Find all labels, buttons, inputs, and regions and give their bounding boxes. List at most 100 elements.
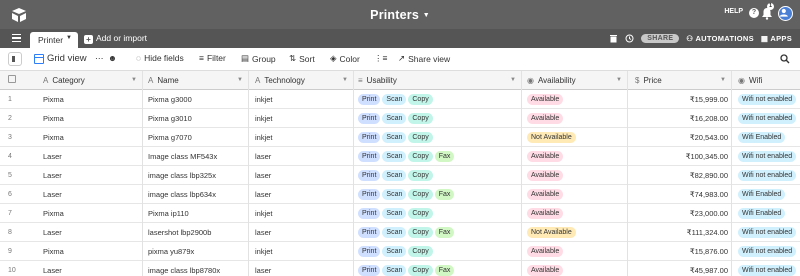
cell-category[interactable]: Laser	[36, 147, 143, 166]
filter-button[interactable]: ≡ Filter	[199, 53, 226, 63]
cell-usability[interactable]: Print Scan Copy	[354, 128, 522, 147]
cell-usability[interactable]: Print Scan Copy	[354, 242, 522, 261]
cell-usability[interactable]: Print Scan Copy	[354, 204, 522, 223]
cell-price[interactable]: ₹74,983.00	[628, 185, 732, 204]
base-title-text[interactable]: Printers	[370, 8, 419, 22]
cell-name[interactable]: image class lbp8780x	[143, 261, 249, 276]
cell-technology[interactable]: laser	[249, 223, 354, 242]
cell-price[interactable]: ₹16,208.00	[628, 109, 732, 128]
table-row[interactable]: 8 Laser lasershot lbp2900b laser Print Scan Co…	[0, 223, 800, 242]
cell-name[interactable]: Pixma g3000	[143, 90, 249, 109]
column-header-name[interactable]: A Name ▼	[143, 71, 249, 90]
cell-availability[interactable]: Available	[522, 166, 628, 185]
cell-name[interactable]: Image class MF543x	[143, 147, 249, 166]
cell-availability[interactable]: Available	[522, 147, 628, 166]
cell-category[interactable]: Pixma	[36, 204, 143, 223]
view-more-icon[interactable]: ⋯	[95, 53, 104, 64]
cell-name[interactable]: image class lbp325x	[143, 166, 249, 185]
cell-availability[interactable]: Available	[522, 242, 628, 261]
chevron-down-icon[interactable]: ▼	[66, 35, 72, 41]
cell-wifi[interactable]: Wifi not enabled	[732, 166, 800, 185]
cell-name[interactable]: lasershot lbp2900b	[143, 223, 249, 242]
cell-availability[interactable]: Available	[522, 204, 628, 223]
column-header-usability[interactable]: ≡ Usability ▼	[354, 71, 522, 90]
chevron-down-icon[interactable]: ▼	[510, 71, 516, 90]
cell-price[interactable]: ₹20,543.00	[628, 128, 732, 147]
view-switcher[interactable]: Grid view	[34, 53, 87, 64]
chevron-down-icon[interactable]: ▼	[342, 71, 348, 90]
group-button[interactable]: ▤ Group	[241, 53, 276, 64]
menu-icon[interactable]	[12, 34, 21, 43]
cell-name[interactable]: Pixma g7070	[143, 128, 249, 147]
cell-technology[interactable]: laser	[249, 185, 354, 204]
history-icon[interactable]	[625, 34, 634, 43]
cell-availability[interactable]: Available	[522, 185, 628, 204]
cell-category[interactable]: Pixma	[36, 90, 143, 109]
cell-category[interactable]: Pixma	[36, 128, 143, 147]
cell-name[interactable]: Pixma g3010	[143, 109, 249, 128]
cell-price[interactable]: ₹111,324.00	[628, 223, 732, 242]
column-header-availability[interactable]: ◉ Availability ▼	[522, 71, 628, 90]
cell-usability[interactable]: Print Scan Copy Fax	[354, 185, 522, 204]
apps-button[interactable]: ▦ APPS	[761, 34, 792, 43]
table-row[interactable]: 10 Laser image class lbp8780x laser Print Sca…	[0, 261, 800, 276]
cell-usability[interactable]: Print Scan Copy Fax	[354, 223, 522, 242]
column-header-price[interactable]: $ Price ▼	[628, 71, 732, 90]
column-header-category[interactable]: A Category ▼	[36, 71, 143, 90]
chevron-down-icon[interactable]: ▼	[720, 71, 726, 90]
automations-button[interactable]: ⚇ AUTOMATIONS	[686, 34, 754, 43]
color-button[interactable]: ◈ Color	[330, 53, 360, 64]
cell-availability[interactable]: Not Available	[522, 128, 628, 147]
cell-wifi[interactable]: Wifi not enabled	[732, 223, 800, 242]
base-title[interactable]: Printers ▼	[0, 8, 800, 22]
cell-usability[interactable]: Print Scan Copy	[354, 166, 522, 185]
select-all-checkbox[interactable]	[0, 71, 36, 90]
cell-usability[interactable]: Print Scan Copy	[354, 109, 522, 128]
chevron-down-icon[interactable]: ▼	[131, 71, 137, 90]
search-icon[interactable]	[780, 54, 790, 64]
collaborators-icon[interactable]: ☻	[108, 53, 117, 63]
table-row[interactable]: 1 Pixma Pixma g3000 inkjet Print Scan Copy Avai…	[0, 90, 800, 109]
cell-technology[interactable]: laser	[249, 261, 354, 276]
cell-wifi[interactable]: Wifi not enabled	[732, 261, 800, 276]
cell-wifi[interactable]: Wifi not enabled	[732, 90, 800, 109]
cell-technology[interactable]: inkjet	[249, 90, 354, 109]
sort-button[interactable]: ⇅ Sort	[289, 53, 315, 64]
cell-category[interactable]: Laser	[36, 185, 143, 204]
table-row[interactable]: 7 Pixma Pixma ip110 inkjet Print Scan Copy Avai…	[0, 204, 800, 223]
add-or-import-button[interactable]: + Add or import	[84, 33, 147, 44]
share-view-button[interactable]: ↗ Share view	[398, 53, 450, 64]
cell-category[interactable]: Laser	[36, 261, 143, 276]
column-header-wifi[interactable]: ◉ Wifi	[732, 71, 800, 90]
hide-fields-button[interactable]: ◌ Hide fields	[136, 53, 184, 63]
cell-category[interactable]: Laser	[36, 223, 143, 242]
cell-wifi[interactable]: Wifi not enabled	[732, 147, 800, 166]
cell-name[interactable]: pixma yu879x	[143, 242, 249, 261]
cell-wifi[interactable]: Wifi Enabled	[732, 185, 800, 204]
table-row[interactable]: 9 Pixma pixma yu879x inkjet Print Scan Copy Ava…	[0, 242, 800, 261]
cell-technology[interactable]: inkjet	[249, 204, 354, 223]
cell-wifi[interactable]: Wifi not enabled	[732, 109, 800, 128]
cell-price[interactable]: ₹45,987.00	[628, 261, 732, 276]
cell-category[interactable]: Pixma	[36, 242, 143, 261]
cell-price[interactable]: ₹15,876.00	[628, 242, 732, 261]
cell-technology[interactable]: inkjet	[249, 128, 354, 147]
cell-technology[interactable]: inkjet	[249, 109, 354, 128]
cell-wifi[interactable]: Wifi Enabled	[732, 128, 800, 147]
table-row[interactable]: 3 Pixma Pixma g7070 inkjet Print Scan Copy Not …	[0, 128, 800, 147]
cell-usability[interactable]: Print Scan Copy Fax	[354, 147, 522, 166]
cell-availability[interactable]: Available	[522, 109, 628, 128]
cell-category[interactable]: Laser	[36, 166, 143, 185]
cell-availability[interactable]: Not Available	[522, 223, 628, 242]
cell-price[interactable]: ₹23,000.00	[628, 204, 732, 223]
avatar[interactable]	[778, 6, 793, 21]
cell-name[interactable]: image class lbp634x	[143, 185, 249, 204]
cell-wifi[interactable]: Wifi not enabled	[732, 242, 800, 261]
row-height-icon[interactable]: ⋮≡	[374, 53, 387, 64]
cell-price[interactable]: ₹100,345.00	[628, 147, 732, 166]
table-row[interactable]: 2 Pixma Pixma g3010 inkjet Print Scan Copy Avai…	[0, 109, 800, 128]
tab-label[interactable]: Printer	[38, 35, 63, 45]
cell-wifi[interactable]: Wifi Enabled	[732, 204, 800, 223]
cell-technology[interactable]: laser	[249, 166, 354, 185]
cell-availability[interactable]: Available	[522, 261, 628, 276]
